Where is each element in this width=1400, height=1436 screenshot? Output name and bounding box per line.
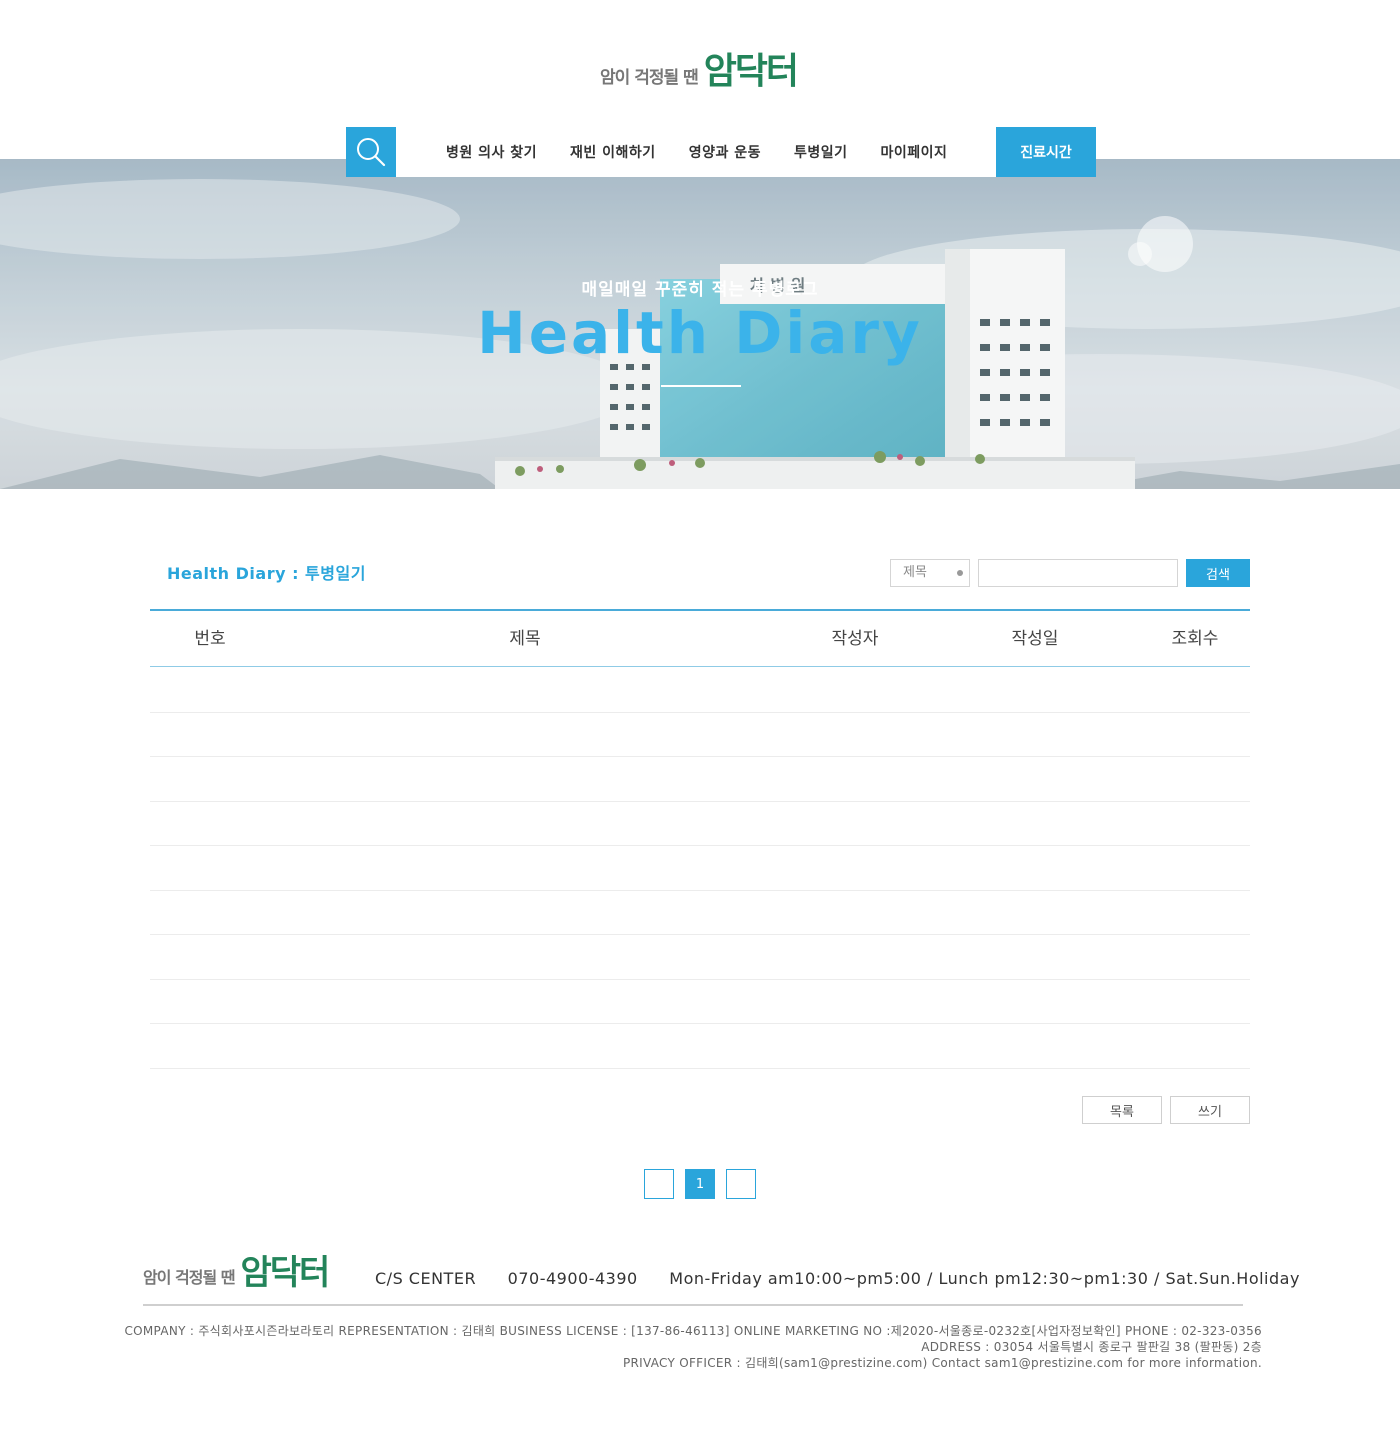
table-row (150, 935, 1250, 980)
footer-privacy-officer: PRIVACY OFFICER : 김태희(sam1@prestizine.co… (622, 1356, 1262, 1370)
search-submit-button[interactable]: 검색 (1186, 559, 1250, 587)
footer-company-info: COMPANY : 주식회사포시즌라보라토리 REPRESENTATION : … (124, 1324, 1262, 1338)
footer-divider (143, 1304, 1243, 1306)
column-header-number: 번호 (194, 629, 226, 649)
column-header-date: 작성일 (1011, 629, 1059, 649)
main-navigation: 병원 의사 찾기 재빈 이해하기 영양과 운동 투병일기 마이페이지 진료시간 (346, 127, 1096, 177)
nav-item-health-diary[interactable]: 투병일기 (794, 142, 848, 162)
nav-item-mypage[interactable]: 마이페이지 (881, 142, 948, 162)
search-field-select-value: 제목 (903, 565, 927, 580)
column-header-views: 조회수 (1171, 629, 1219, 649)
logo-brand: 암닥터 (703, 51, 799, 92)
hero-title: Health Diary (477, 299, 923, 367)
search-button[interactable] (346, 127, 396, 177)
footer-phone: 070-4900-4390 (507, 1269, 638, 1288)
table-row (150, 757, 1250, 802)
board-table-body (150, 668, 1250, 1069)
footer-logo-tagline: 암이 걱정될 땐 (143, 1268, 235, 1287)
column-header-author: 작성자 (831, 629, 879, 649)
footer-address: ADDRESS : 03054 서울특별시 종로구 팔판길 38 (팔판동) 2… (921, 1340, 1262, 1354)
nav-item-understand-relapse[interactable]: 재빈 이해하기 (570, 142, 656, 162)
pagination-prev-button[interactable] (644, 1169, 674, 1199)
footer-logo: 암이 걱정될 땐 암닥터 (143, 1252, 330, 1293)
pagination-next-button[interactable] (726, 1169, 756, 1199)
board-table-header: 번호 제목 작성자 작성일 조회수 (150, 611, 1250, 667)
select-dropdown-icon (957, 570, 963, 576)
footer-cs-label: C/S CENTER (375, 1269, 477, 1288)
nav-menu: 병원 의사 찾기 재빈 이해하기 영양과 운동 투병일기 마이페이지 (396, 127, 996, 177)
table-row (150, 1024, 1250, 1069)
search-icon (357, 138, 386, 167)
footer-hours: Mon-Friday am10:00~pm5:00 / Lunch pm12:3… (669, 1269, 1300, 1288)
hero-banner: 차 병 원 매일매일 꾸준히 적는 투병로그 Health Diary (0, 159, 1400, 489)
table-row (150, 668, 1250, 713)
hero-divider (661, 385, 741, 387)
table-row (150, 980, 1250, 1024)
hero-subtitle: 매일매일 꾸준히 적는 투병로그 (581, 280, 819, 300)
list-button[interactable]: 목록 (1082, 1096, 1162, 1124)
table-row (150, 802, 1250, 846)
logo-tagline: 암이 걱정될 땐 (600, 68, 699, 88)
clinic-hours-button[interactable]: 진료시간 (996, 127, 1096, 177)
table-row (150, 891, 1250, 935)
nav-item-nutrition-exercise[interactable]: 영양과 운동 (689, 142, 761, 162)
search-input[interactable] (978, 559, 1178, 587)
footer-logo-brand: 암닥터 (240, 1253, 330, 1293)
nav-item-find-hospital-doctor[interactable]: 병원 의사 찾기 (446, 142, 537, 162)
search-field-select[interactable]: 제목 (890, 559, 970, 587)
write-button[interactable]: 쓰기 (1170, 1096, 1250, 1124)
column-header-title: 제목 (509, 629, 541, 649)
pagination: 1 (644, 1169, 767, 1199)
table-row (150, 846, 1250, 891)
table-row (150, 713, 1250, 757)
site-logo[interactable]: 암이 걱정될 땐 암닥터 (600, 48, 799, 92)
board-title: Health Diary : 투병일기 (167, 564, 366, 583)
pagination-page-current[interactable]: 1 (685, 1169, 715, 1199)
footer-cs-info: C/S CENTER 070-4900-4390 Mon-Friday am10… (375, 1269, 1326, 1288)
